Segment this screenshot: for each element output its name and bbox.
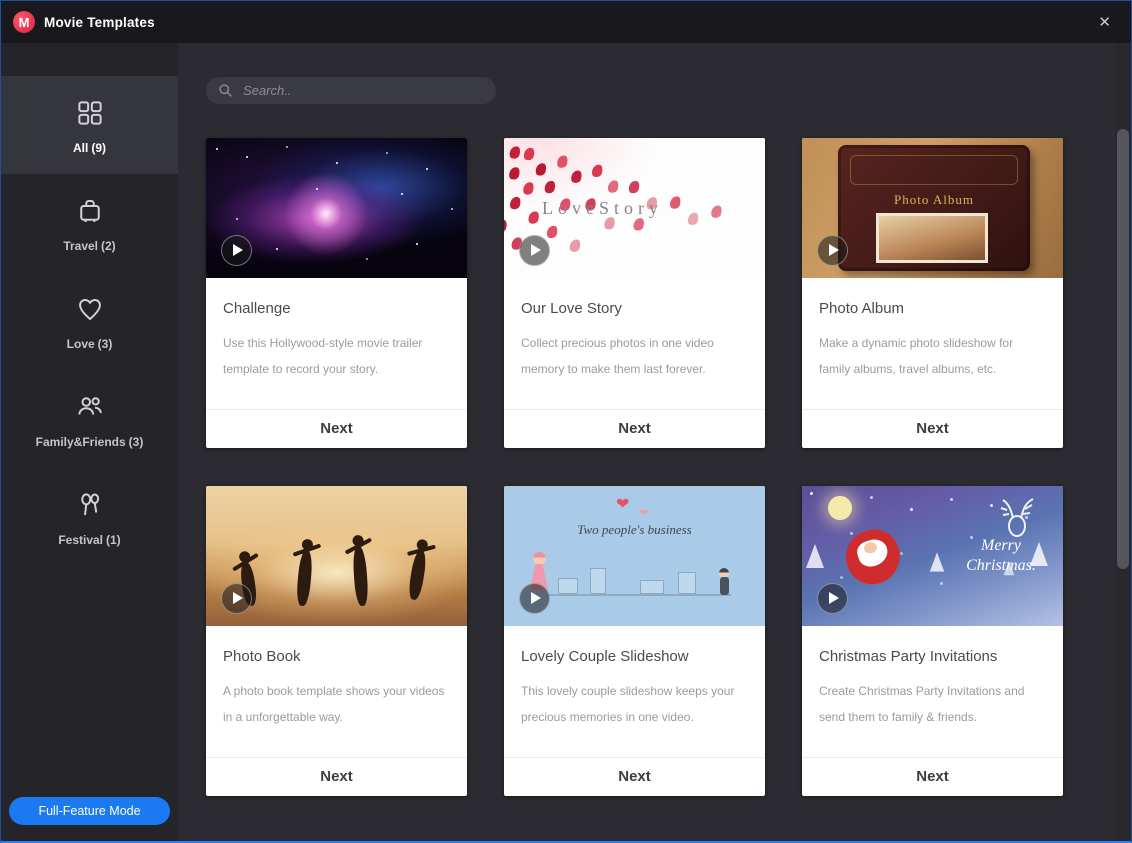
scrollbar-track[interactable] — [1115, 43, 1131, 841]
sidebar-item-travel[interactable]: Travel (2) — [1, 174, 178, 272]
template-title: Lovely Couple Slideshow — [521, 648, 689, 665]
search-box[interactable] — [206, 77, 496, 104]
scrollbar-thumb[interactable] — [1117, 129, 1129, 569]
album-cover-art: Photo Album — [838, 145, 1030, 271]
template-description: A photo book template shows your videos … — [223, 684, 445, 724]
thumbnail-caption: Merry Christmas. — [966, 537, 1036, 574]
template-description: Collect precious photos in one video mem… — [521, 336, 714, 376]
play-button[interactable] — [817, 235, 848, 266]
heart-icon: ❤ — [640, 508, 649, 519]
card-body: Christmas Party Invitations Create Chris… — [802, 626, 1063, 757]
play-button[interactable] — [519, 235, 550, 266]
santa-art — [838, 522, 908, 592]
thumbnail-caption: Two people's business — [577, 522, 692, 537]
sidebar-item-label: Love (3) — [66, 337, 113, 351]
beach-silhouette-art — [351, 545, 370, 607]
full-feature-mode-button[interactable]: Full-Feature Mode — [9, 797, 170, 825]
template-description: This lovely couple slideshow keeps your … — [521, 684, 735, 724]
template-grid: Challenge Use this Hollywood-style movie… — [206, 138, 1131, 796]
next-button[interactable]: Next — [504, 409, 765, 448]
thumbnail-caption: LoveStory — [542, 198, 663, 218]
suitcase-icon — [1, 196, 178, 231]
app-body: All (9) Travel (2) Love(3) Family&Friend… — [1, 43, 1131, 841]
movie-templates-window: M Movie Templates ✕ All (9) Travel (2) L… — [0, 0, 1132, 843]
rose-petals-art — [508, 144, 522, 161]
template-thumbnail[interactable]: ❤ ❤ Two people's business — [504, 486, 765, 626]
next-button[interactable]: Next — [206, 757, 467, 796]
template-thumbnail[interactable]: LoveStory — [504, 138, 765, 278]
people-icon — [1, 392, 178, 427]
template-card-challenge: Challenge Use this Hollywood-style movie… — [206, 138, 467, 448]
card-body: Photo Album Make a dynamic photo slidesh… — [802, 278, 1063, 409]
template-title: Photo Book — [223, 648, 301, 665]
sidebar-item-festival[interactable]: Festival (1) — [1, 468, 178, 566]
snow-art — [810, 492, 813, 495]
template-title: Our Love Story — [521, 300, 622, 317]
sidebar-item-love[interactable]: Love (3) — [1, 272, 178, 370]
close-button[interactable]: ✕ — [1090, 9, 1119, 35]
sidebar-item-label: All (9) — [72, 141, 106, 155]
next-button[interactable]: Next — [802, 409, 1063, 448]
template-description: Use this Hollywood-style movie trailer t… — [223, 336, 423, 376]
city-sketch-art — [548, 566, 731, 596]
search-input[interactable] — [241, 82, 484, 99]
next-button[interactable]: Next — [206, 409, 467, 448]
family-photo-art — [876, 213, 988, 263]
play-button[interactable] — [221, 235, 252, 266]
beach-silhouette-art — [295, 549, 314, 607]
template-thumbnail[interactable]: Merry Christmas. — [802, 486, 1063, 626]
heart-icon: ❤ — [616, 496, 630, 513]
template-card-photo-album: Photo Album Photo Album Make a dynamic p… — [802, 138, 1063, 448]
pine-tree-art — [929, 552, 945, 572]
template-thumbnail[interactable]: Photo Album — [802, 138, 1063, 278]
template-card-photo-book: Photo Book A photo book template shows y… — [206, 486, 467, 796]
template-title: Challenge — [223, 300, 291, 317]
app-logo-icon: M — [13, 11, 35, 33]
window-title: Movie Templates — [44, 14, 155, 30]
template-card-lovely-couple: ❤ ❤ Two people's business Lovely Couple … — [504, 486, 765, 796]
template-description: Make a dynamic photo slideshow for famil… — [819, 336, 1014, 376]
sidebar-item-label: Travel (2) — [63, 239, 116, 253]
template-title: Photo Album — [819, 300, 905, 317]
pine-tree-art — [806, 544, 824, 568]
template-title: Christmas Party Invitations — [819, 648, 998, 665]
play-button[interactable] — [221, 583, 252, 614]
template-description: Create Christmas Party Invitations and s… — [819, 684, 1025, 724]
heart-icon — [1, 294, 178, 329]
sidebar-item-label: Family&Friends (3) — [35, 435, 144, 449]
template-card-our-love-story: LoveStory Our Love Story Collect preciou… — [504, 138, 765, 448]
templates-panel: Challenge Use this Hollywood-style movie… — [178, 43, 1131, 841]
template-thumbnail[interactable] — [206, 486, 467, 626]
balloons-icon — [1, 490, 178, 525]
play-button[interactable] — [817, 583, 848, 614]
moon-art — [828, 496, 852, 520]
reindeer-icon — [1000, 498, 1034, 537]
sidebar-item-family-friends[interactable]: Family&Friends (3) — [1, 370, 178, 468]
sidebar-item-label: Festival (1) — [58, 533, 121, 547]
template-card-christmas: Merry Christmas. Christmas Party Invitat… — [802, 486, 1063, 796]
card-body: Lovely Couple Slideshow This lovely coup… — [504, 626, 765, 757]
grid-icon — [1, 98, 178, 133]
card-body: Challenge Use this Hollywood-style movie… — [206, 278, 467, 409]
thumbnail-caption: Photo Album — [894, 192, 974, 207]
card-body: Our Love Story Collect precious photos i… — [504, 278, 765, 409]
template-thumbnail[interactable] — [206, 138, 467, 278]
search-icon — [219, 84, 232, 97]
card-body: Photo Book A photo book template shows y… — [206, 626, 467, 757]
category-sidebar: All (9) Travel (2) Love(3) Family&Friend… — [1, 43, 178, 841]
sidebar-item-all[interactable]: All (9) — [1, 76, 178, 174]
stars-art — [216, 148, 218, 150]
next-button[interactable]: Next — [802, 757, 1063, 796]
next-button[interactable]: Next — [504, 757, 765, 796]
cartoon-boy-art — [717, 568, 731, 596]
play-button[interactable] — [519, 583, 550, 614]
beach-silhouette-art — [407, 549, 428, 601]
title-bar: M Movie Templates ✕ — [1, 1, 1131, 43]
